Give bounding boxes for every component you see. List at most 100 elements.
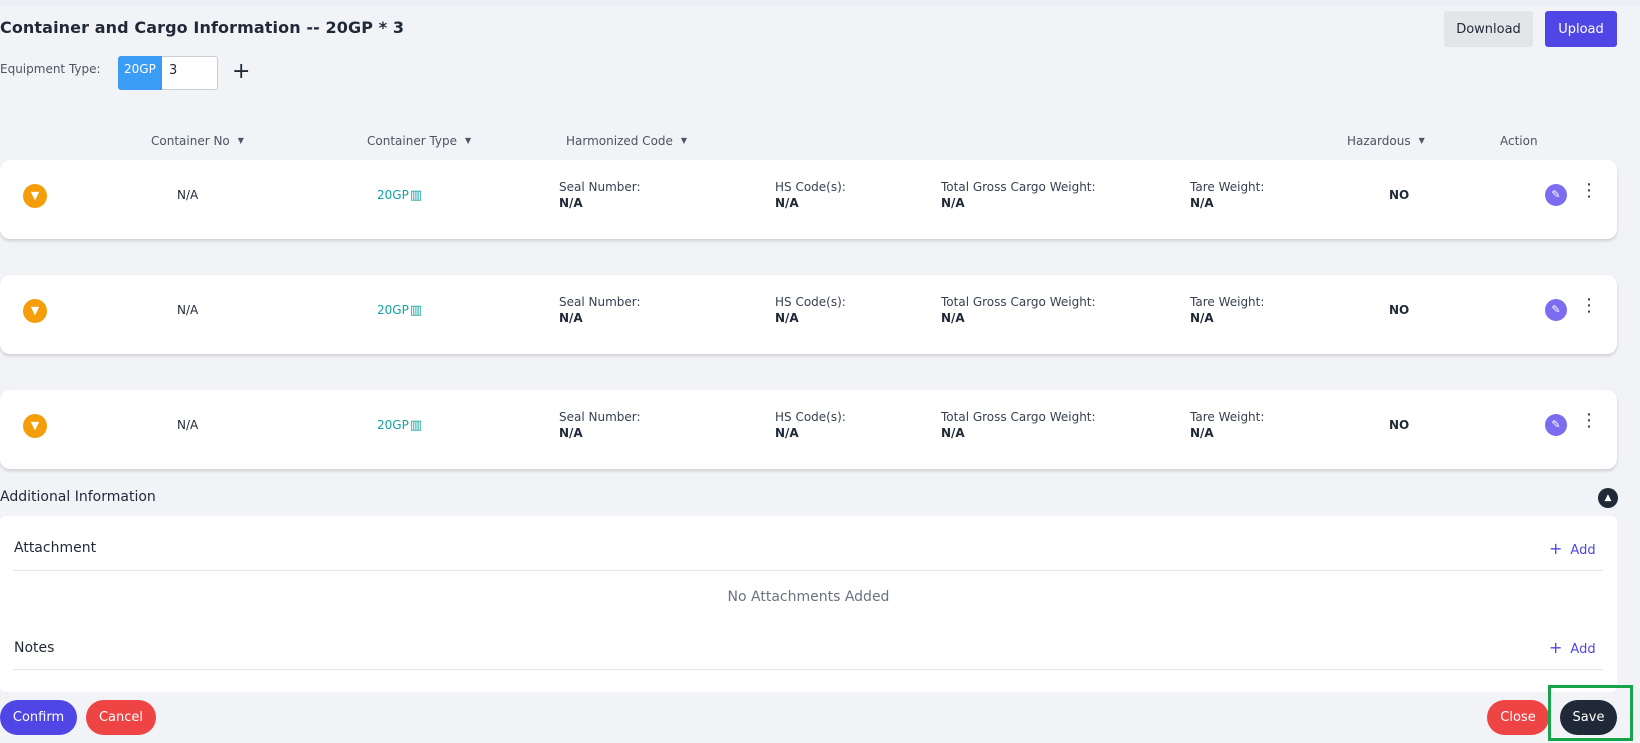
tare-weight-value: N/A (1190, 311, 1214, 325)
container-no-value: N/A (177, 418, 199, 432)
column-header-label: Harmonized Code (566, 134, 673, 148)
more-vertical-icon[interactable]: ⋮ (1580, 411, 1598, 431)
column-header-label: Container Type (367, 134, 458, 148)
column-header-container-type[interactable]: Container Type ▼ (367, 134, 471, 148)
save-button[interactable]: Save (1560, 700, 1617, 735)
download-button[interactable]: Download (1444, 11, 1533, 47)
table-row: ▼ N/A 20GP▥ Seal Number: N/A HS Code(s):… (0, 390, 1617, 469)
confirm-button[interactable]: Confirm (0, 700, 77, 735)
hs-code-label: HS Code(s): (775, 295, 846, 309)
no-attachments-message: No Attachments Added (727, 589, 890, 605)
page-title: Container and Cargo Information -- 20GP … (0, 18, 405, 37)
hs-code-label: HS Code(s): (775, 410, 846, 424)
sort-caret-icon: ▼ (237, 136, 244, 145)
container-type-text: 20GP (377, 418, 409, 432)
seal-number-value: N/A (559, 311, 583, 325)
hs-code-field: HS Code(s): N/A (775, 295, 846, 325)
seal-number-field: Seal Number: N/A (559, 180, 641, 210)
add-attachment-button[interactable]: + Add (1549, 539, 1596, 558)
chevron-down-icon[interactable]: ▼ (23, 414, 47, 438)
notes-title: Notes (14, 640, 55, 656)
hazardous-value: NO (1389, 303, 1410, 317)
hazardous-value: NO (1389, 418, 1410, 432)
container-icon: ▥ (409, 418, 423, 433)
add-attachment-label: Add (1570, 543, 1596, 558)
column-header-harmonized-code[interactable]: Harmonized Code ▼ (566, 134, 687, 148)
upload-button[interactable]: Upload (1545, 11, 1617, 47)
seal-number-label: Seal Number: (559, 295, 641, 309)
chevron-down-icon[interactable]: ▼ (23, 184, 47, 208)
equipment-quantity-input[interactable]: 3 (162, 56, 218, 90)
container-type-value: 20GP▥ (377, 188, 422, 203)
gross-weight-label: Total Gross Cargo Weight: (941, 410, 1096, 424)
tare-weight-field: Tare Weight: N/A (1190, 295, 1264, 325)
tare-weight-field: Tare Weight: N/A (1190, 410, 1264, 440)
more-vertical-icon[interactable]: ⋮ (1580, 296, 1598, 316)
close-button[interactable]: Close (1487, 700, 1549, 735)
column-header-label: Container No (151, 134, 230, 148)
chevron-up-icon[interactable]: ▲ (1598, 488, 1618, 508)
hs-code-value: N/A (775, 426, 799, 440)
table-row: ▼ N/A 20GP▥ Seal Number: N/A HS Code(s):… (0, 160, 1617, 239)
container-no-value: N/A (177, 188, 199, 202)
column-header-hazardous[interactable]: Hazardous ▼ (1347, 134, 1425, 148)
add-note-button[interactable]: + Add (1549, 638, 1596, 657)
column-header-label: Hazardous (1347, 134, 1411, 148)
container-type-value: 20GP▥ (377, 418, 422, 433)
chevron-down-icon[interactable]: ▼ (23, 299, 47, 323)
container-type-text: 20GP (377, 303, 409, 317)
column-header-container-no[interactable]: Container No ▼ (151, 134, 244, 148)
gross-weight-field: Total Gross Cargo Weight: N/A (941, 410, 1096, 440)
gross-weight-value: N/A (941, 426, 965, 440)
pencil-icon[interactable]: ✎ (1545, 414, 1567, 436)
attachment-title: Attachment (14, 540, 97, 556)
equipment-type-label: Equipment Type: (0, 62, 101, 76)
container-icon: ▥ (409, 188, 423, 203)
tare-weight-label: Tare Weight: (1190, 410, 1265, 424)
plus-icon: + (1549, 539, 1563, 558)
sort-caret-icon: ▼ (465, 136, 472, 145)
plus-icon: + (1549, 638, 1563, 657)
add-equipment-icon[interactable]: + (232, 60, 250, 84)
cancel-button[interactable]: Cancel (86, 700, 156, 735)
hs-code-value: N/A (775, 196, 799, 210)
hs-code-field: HS Code(s): N/A (775, 410, 846, 440)
gross-weight-label: Total Gross Cargo Weight: (941, 180, 1096, 194)
gross-weight-label: Total Gross Cargo Weight: (941, 295, 1096, 309)
pencil-icon[interactable]: ✎ (1545, 299, 1567, 321)
divider (13, 570, 1603, 571)
hs-code-label: HS Code(s): (775, 180, 846, 194)
hs-code-field: HS Code(s): N/A (775, 180, 846, 210)
additional-info-title: Additional Information (0, 489, 156, 505)
tare-weight-label: Tare Weight: (1190, 180, 1265, 194)
top-shadow-bar (0, 0, 1640, 6)
table-row: ▼ N/A 20GP▥ Seal Number: N/A HS Code(s):… (0, 275, 1617, 354)
hazardous-value: NO (1389, 188, 1410, 202)
gross-weight-field: Total Gross Cargo Weight: N/A (941, 295, 1096, 325)
seal-number-value: N/A (559, 426, 583, 440)
container-no-value: N/A (177, 303, 199, 317)
sort-caret-icon: ▼ (1418, 136, 1425, 145)
gross-weight-value: N/A (941, 311, 965, 325)
divider (13, 669, 1603, 670)
tare-weight-value: N/A (1190, 196, 1214, 210)
equipment-type-group: 20GP 3 (118, 56, 218, 90)
seal-number-field: Seal Number: N/A (559, 410, 641, 440)
more-vertical-icon[interactable]: ⋮ (1580, 181, 1598, 201)
equipment-tag: 20GP (118, 56, 162, 90)
gross-weight-field: Total Gross Cargo Weight: N/A (941, 180, 1096, 210)
seal-number-field: Seal Number: N/A (559, 295, 641, 325)
hs-code-value: N/A (775, 311, 799, 325)
seal-number-value: N/A (559, 196, 583, 210)
sort-caret-icon: ▼ (680, 136, 688, 145)
seal-number-label: Seal Number: (559, 180, 641, 194)
tare-weight-value: N/A (1190, 426, 1214, 440)
container-icon: ▥ (409, 303, 423, 318)
pencil-icon[interactable]: ✎ (1545, 184, 1567, 206)
seal-number-label: Seal Number: (559, 410, 641, 424)
container-type-value: 20GP▥ (377, 303, 422, 318)
container-type-text: 20GP (377, 188, 409, 202)
add-note-label: Add (1570, 642, 1596, 657)
gross-weight-value: N/A (941, 196, 965, 210)
tare-weight-label: Tare Weight: (1190, 295, 1265, 309)
